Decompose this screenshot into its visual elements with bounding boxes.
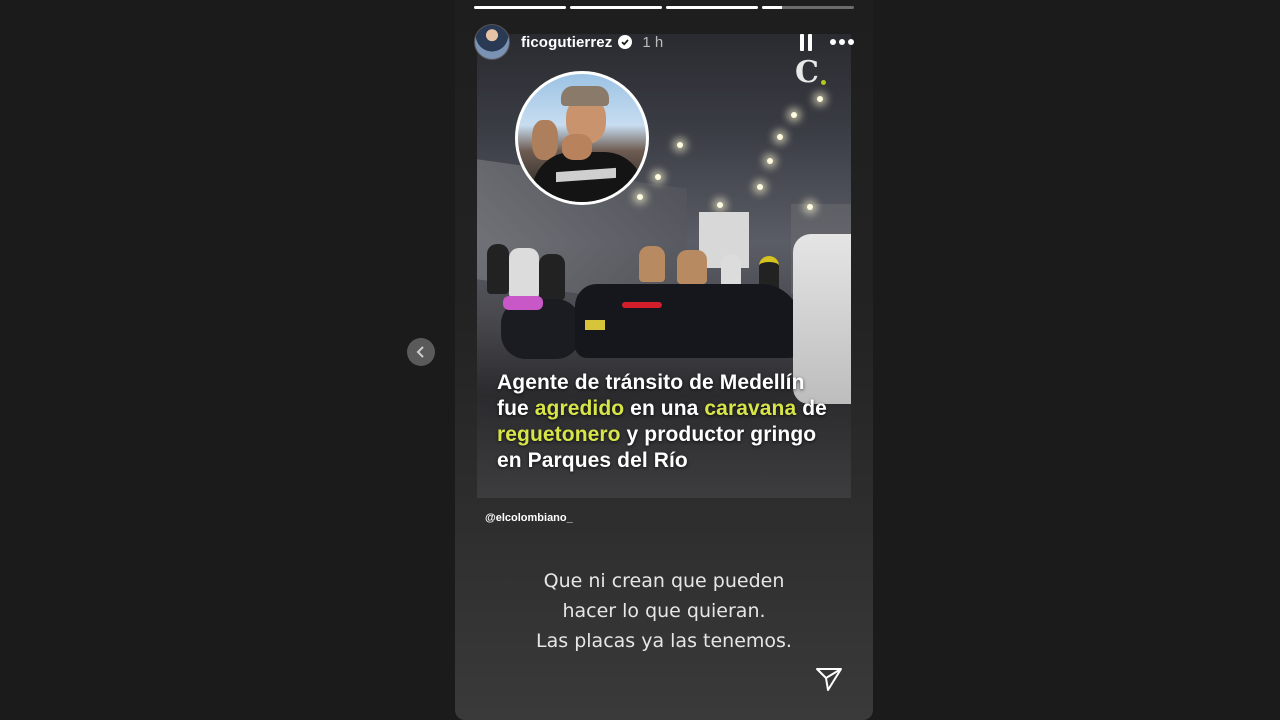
mention-tag[interactable]: @elcolombiano_ [485, 512, 573, 524]
convertible-car [575, 284, 801, 358]
story-media: C Agente de tránsito de Medellín fue agr… [477, 34, 851, 498]
story-header: ficogutierrez 1 h [474, 22, 854, 62]
caption-line: Que ni crean que pueden [543, 570, 785, 592]
license-plate [585, 320, 605, 330]
send-icon[interactable] [815, 666, 843, 692]
headline-highlight: caravana [704, 397, 797, 420]
verified-badge-icon [618, 35, 633, 49]
progress-segment [474, 6, 566, 9]
timestamp: 1 h [642, 33, 664, 51]
inset-hand [562, 134, 592, 160]
username[interactable]: ficogutierrez [521, 34, 612, 51]
chevron-left-icon [416, 346, 424, 358]
headline-text: fue [497, 397, 535, 420]
rider [487, 244, 509, 294]
car-taillight [622, 302, 662, 308]
inset-cap [561, 86, 609, 106]
headline-text: en una [624, 397, 705, 420]
motorcycle-light [503, 296, 543, 310]
caption-line: Las placas ya las tenemos. [536, 630, 792, 652]
story-progress [474, 6, 854, 9]
more-options-icon[interactable] [830, 39, 854, 45]
rider [539, 254, 565, 300]
story-viewer[interactable]: C Agente de tránsito de Medellín fue agr… [455, 0, 873, 720]
headline-highlight: agredido [534, 397, 625, 420]
inset-person [532, 120, 558, 160]
source-logo-dot [821, 80, 826, 85]
pause-icon[interactable] [800, 33, 812, 51]
progress-segment [570, 6, 662, 9]
rider [509, 248, 539, 298]
progress-segment [666, 6, 758, 9]
header-controls [800, 33, 854, 51]
avatar[interactable] [474, 24, 510, 60]
headline-text: de [796, 397, 827, 420]
story-caption: Que ni crean que pueden hacer lo que qui… [455, 566, 873, 656]
headline-highlight: reguetonero [497, 423, 621, 446]
rider [639, 246, 665, 282]
inset-photo [515, 71, 649, 205]
rider [677, 250, 707, 284]
headline-text: Agente de tránsito de Medellín [497, 371, 805, 394]
caption-line: hacer lo que quieran. [562, 600, 766, 622]
progress-segment [762, 6, 854, 9]
previous-story-button[interactable] [407, 338, 435, 366]
post-headline: Agente de tránsito de Medellín fue agred… [497, 370, 841, 474]
